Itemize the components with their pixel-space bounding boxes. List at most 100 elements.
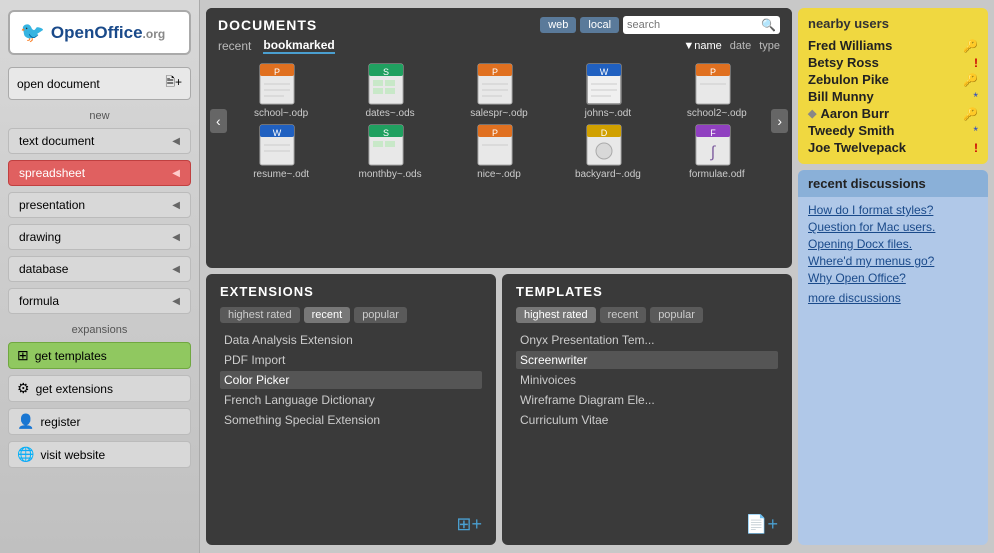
doc-name: nice~.odp <box>477 169 521 180</box>
list-item[interactable]: Data Analysis Extension <box>220 331 482 349</box>
list-item[interactable]: Wireframe Diagram Ele... <box>516 391 778 409</box>
user-badge: ! <box>974 56 978 70</box>
arrow-icon: ◀ <box>172 168 180 179</box>
discussion-link[interactable]: Why Open Office? <box>808 271 978 285</box>
doc-item[interactable]: D backyard~.odg <box>568 123 648 180</box>
expansions-label: expansions <box>8 324 191 336</box>
docs-prev-button[interactable]: ‹ <box>210 109 227 133</box>
doc-item[interactable]: P school~.odp <box>241 62 321 119</box>
svg-text:S: S <box>383 67 389 77</box>
get-extensions-button[interactable]: ⚙ get extensions <box>8 375 191 402</box>
templates-add-icon[interactable]: 📄+ <box>745 514 778 535</box>
user-badge: 🔑 <box>963 107 978 121</box>
register-button[interactable]: 👤 register <box>8 408 191 435</box>
documents-title: DOCUMENTS <box>218 17 317 33</box>
search-icon[interactable]: 🔍 <box>761 18 776 32</box>
new-text-document-button[interactable]: text document ◀ <box>8 128 191 154</box>
sort-date[interactable]: date <box>730 40 751 52</box>
doc-item[interactable]: S dates~.ods <box>350 62 430 119</box>
arrow-icon: ◀ <box>172 264 180 275</box>
doc-item[interactable]: F∫ formulae.odf <box>677 123 757 180</box>
list-item[interactable]: PDF Import <box>220 351 482 369</box>
user-name: Zebulon Pike <box>808 72 889 87</box>
logo-text: OpenOffice.org <box>51 22 165 43</box>
user-item[interactable]: Tweedy Smith * <box>808 122 978 139</box>
svg-text:S: S <box>383 128 389 138</box>
tmpl-highest-rated-tab[interactable]: highest rated <box>516 307 596 323</box>
new-presentation-button[interactable]: presentation ◀ <box>8 192 191 218</box>
svg-text:P: P <box>492 67 498 77</box>
new-drawing-button[interactable]: drawing ◀ <box>8 224 191 250</box>
user-name: ◆ Aaron Burr <box>808 106 889 121</box>
arrow-icon: ◀ <box>172 136 180 147</box>
discussion-link[interactable]: Question for Mac users. <box>808 220 978 234</box>
sort-name[interactable]: ▼name <box>683 40 721 52</box>
sort-type[interactable]: type <box>759 40 780 52</box>
list-item[interactable]: Something Special Extension <box>220 411 482 429</box>
open-doc-icon: 🗎+ <box>165 73 182 94</box>
tmpl-popular-tab[interactable]: popular <box>650 307 703 323</box>
user-item[interactable]: Bill Munny * <box>808 88 978 105</box>
svg-text:D: D <box>601 128 608 138</box>
documents-tabs: recent bookmarked ▼name date type <box>206 34 792 58</box>
new-section-label: new <box>8 110 191 122</box>
list-item[interactable]: French Language Dictionary <box>220 391 482 409</box>
user-item[interactable]: ◆ Aaron Burr 🔑 <box>808 105 978 122</box>
doc-name: formulae.odf <box>689 169 745 180</box>
user-name: Tweedy Smith <box>808 123 894 138</box>
ext-popular-tab[interactable]: popular <box>354 307 407 323</box>
more-discussions-link[interactable]: more discussions <box>808 291 978 305</box>
right-column: nearby users Fred Williams 🔑 Betsy Ross … <box>798 0 994 553</box>
templates-icon: ⊞ <box>17 347 29 364</box>
user-item[interactable]: Zebulon Pike 🔑 <box>808 71 978 88</box>
doc-item[interactable]: W resume~.odt <box>241 123 321 180</box>
get-templates-button[interactable]: ⊞ get templates <box>8 342 191 369</box>
tmpl-recent-tab[interactable]: recent <box>600 307 647 323</box>
list-item[interactable]: Screenwriter <box>516 351 778 369</box>
extensions-title: EXTENSIONS <box>220 284 482 299</box>
new-database-button[interactable]: database ◀ <box>8 256 191 282</box>
templates-title: TEMPLATES <box>516 284 778 299</box>
new-spreadsheet-button[interactable]: spreadsheet ◀ <box>8 160 191 186</box>
doc-name: school~.odp <box>254 108 308 119</box>
user-item[interactable]: Betsy Ross ! <box>808 54 978 71</box>
bottom-row: EXTENSIONS highest rated recent popular … <box>206 274 792 545</box>
extensions-list: Data Analysis Extension PDF Import Color… <box>220 331 482 506</box>
extensions-panel: EXTENSIONS highest rated recent popular … <box>206 274 496 545</box>
recent-tab[interactable]: recent <box>218 39 251 53</box>
svg-text:F: F <box>710 128 716 138</box>
visit-website-button[interactable]: 🌐 visit website <box>8 441 191 468</box>
discussion-link[interactable]: Where'd my menus go? <box>808 254 978 268</box>
doc-name: resume~.odt <box>253 169 309 180</box>
discussion-link[interactable]: How do I format styles? <box>808 203 978 217</box>
svg-text:W: W <box>273 128 282 138</box>
web-tab[interactable]: web <box>540 17 576 33</box>
local-tab[interactable]: local <box>580 17 619 33</box>
user-item[interactable]: Joe Twelvepack ! <box>808 139 978 156</box>
doc-item[interactable]: W johns~.odt <box>568 62 648 119</box>
svg-text:W: W <box>600 67 609 77</box>
doc-item[interactable]: P nice~.odp <box>459 123 539 180</box>
list-item[interactable]: Color Picker <box>220 371 482 389</box>
user-item[interactable]: Fred Williams 🔑 <box>808 37 978 54</box>
user-badge: 🔑 <box>963 39 978 53</box>
list-item[interactable]: Onyx Presentation Tem... <box>516 331 778 349</box>
discussion-link[interactable]: Opening Docx files. <box>808 237 978 251</box>
extensions-add-icon[interactable]: ⊞+ <box>456 514 482 535</box>
svg-text:P: P <box>710 67 716 77</box>
doc-item[interactable]: P school2~.odp <box>677 62 757 119</box>
svg-text:P: P <box>492 128 498 138</box>
open-document-button[interactable]: open document 🗎+ <box>8 67 191 100</box>
list-item[interactable]: Minivoices <box>516 371 778 389</box>
doc-item[interactable]: S monthby~.ods <box>350 123 430 180</box>
ext-recent-tab[interactable]: recent <box>304 307 351 323</box>
doc-name: monthby~.ods <box>358 169 421 180</box>
doc-item[interactable]: P salespr~.odp <box>459 62 539 119</box>
new-formula-button[interactable]: formula ◀ <box>8 288 191 314</box>
search-input[interactable] <box>627 19 757 31</box>
bookmarked-tab[interactable]: bookmarked <box>263 38 334 54</box>
ext-highest-rated-tab[interactable]: highest rated <box>220 307 300 323</box>
templates-footer: 📄+ <box>516 514 778 535</box>
list-item[interactable]: Curriculum Vitae <box>516 411 778 429</box>
docs-next-button[interactable]: › <box>771 109 788 133</box>
